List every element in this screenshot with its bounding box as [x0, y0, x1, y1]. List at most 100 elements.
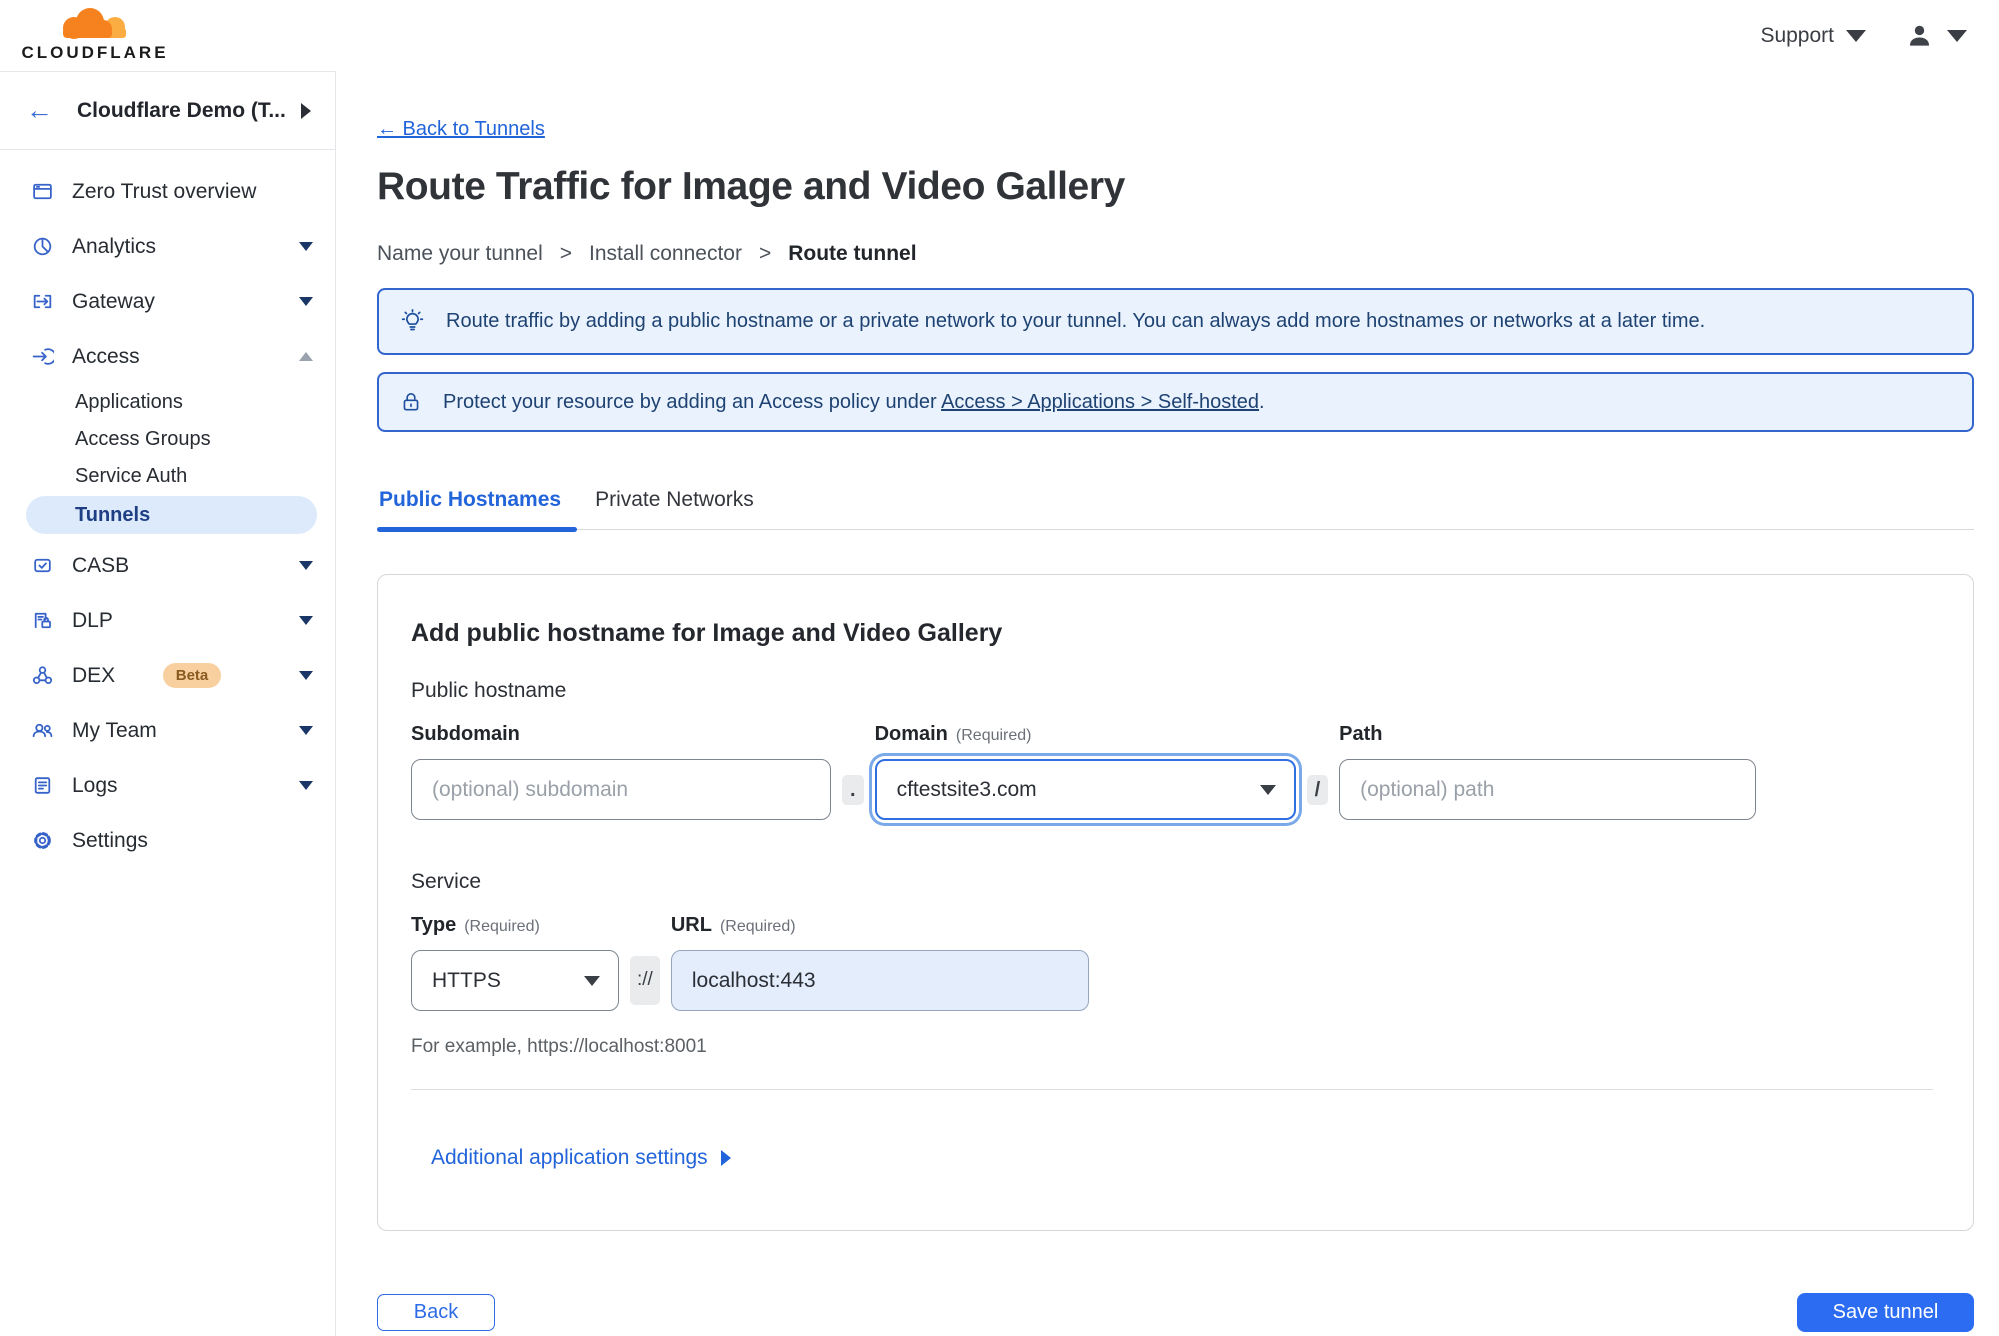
required-note: (Required) — [955, 727, 1032, 744]
subdomain-input[interactable] — [411, 759, 831, 820]
back-button[interactable]: Back — [377, 1294, 495, 1331]
cloudflare-logo[interactable]: CLOUDFLARE — [20, 8, 170, 63]
chevron-down-icon — [299, 781, 313, 790]
sidebar-nav: Zero Trust overview Analytics Gateway Ac… — [0, 150, 335, 868]
chevron-down-icon — [299, 561, 313, 570]
chevron-up-icon — [299, 352, 313, 361]
account-switcher[interactable]: ← Cloudflare Demo (T... — [0, 72, 335, 150]
sidebar-item-settings[interactable]: Settings — [0, 813, 335, 868]
wizard-steps: Name your tunnel > Install connector > R… — [377, 242, 1974, 266]
tab-private-networks[interactable]: Private Networks — [593, 488, 756, 529]
document-lock-icon — [29, 609, 56, 632]
sidebar-item-analytics[interactable]: Analytics — [0, 219, 335, 274]
support-menu[interactable]: Support — [1760, 24, 1866, 48]
service-group-label: Service — [411, 870, 482, 893]
tab-public-hostnames[interactable]: Public Hostnames — [377, 488, 578, 532]
main-content: ← Back to Tunnels Route Traffic for Imag… — [336, 71, 1999, 1336]
pie-chart-icon — [29, 235, 56, 258]
url-example-hint: For example, https://localhost:8001 — [411, 1036, 707, 1057]
cloudflare-wordmark: CLOUDFLARE — [21, 43, 169, 62]
logs-icon — [29, 774, 56, 797]
step-route-tunnel: Route tunnel — [788, 242, 917, 265]
required-note: (Required) — [464, 918, 540, 935]
domain-label: Domain (Required) — [874, 723, 1032, 745]
path-input[interactable] — [1339, 759, 1757, 820]
service-fields-row: Type (Required) HTTPS :// URL (Required) — [411, 914, 1933, 1011]
chevron-down-icon — [584, 975, 600, 986]
card-divider — [411, 1089, 1933, 1090]
support-label: Support — [1760, 23, 1834, 47]
slash-separator: / — [1306, 759, 1329, 820]
public-hostname-group-label: Public hostname — [411, 679, 567, 702]
service-type-select[interactable]: HTTPS — [411, 950, 619, 1011]
step-install-connector[interactable]: Install connector — [589, 242, 742, 266]
save-tunnel-button[interactable]: Save tunnel — [1797, 1293, 1974, 1332]
lock-icon — [403, 393, 419, 411]
back-to-tunnels-link[interactable]: ← Back to Tunnels — [377, 118, 545, 141]
sidebar: ← Cloudflare Demo (T... Zero Trust overv… — [0, 71, 336, 1336]
step-separator: > — [559, 242, 573, 265]
chevron-down-icon — [299, 242, 313, 251]
chevron-down-icon — [299, 671, 314, 680]
chevron-down-icon — [299, 297, 313, 306]
account-name: Cloudflare Demo (T... — [77, 98, 286, 122]
wizard-footer: Back Save tunnel — [377, 1293, 1974, 1332]
chevron-right-icon — [720, 1150, 731, 1166]
back-arrow-icon: ← — [26, 95, 53, 125]
chevron-down-icon — [299, 726, 313, 735]
people-icon — [29, 719, 56, 742]
domain-selected-value: cftestsite3.com — [896, 777, 1037, 801]
additional-application-settings-toggle[interactable]: Additional application settings — [431, 1146, 731, 1170]
url-label: URL (Required) — [670, 914, 796, 936]
sidebar-item-tunnels[interactable]: Tunnels — [26, 496, 317, 534]
access-applications-self-hosted-link[interactable]: Access > Applications > Self-hosted — [941, 391, 1259, 413]
sidebar-item-casb[interactable]: CASB — [0, 538, 335, 593]
hostname-fields-row: Subdomain . Domain(Required) cftestsite3… — [411, 723, 1933, 820]
gear-icon — [29, 829, 56, 852]
subdomain-label: Subdomain — [411, 723, 520, 745]
protect-info-banner: Protect your resource by adding an Acces… — [377, 372, 1974, 432]
type-selected-value: HTTPS — [432, 968, 501, 992]
sidebar-item-gateway[interactable]: Gateway — [0, 274, 335, 329]
sidebar-item-service-auth[interactable]: Service Auth — [0, 458, 335, 495]
user-menu[interactable] — [1906, 22, 1967, 49]
casb-icon — [29, 554, 56, 577]
chevron-right-icon — [301, 102, 311, 119]
sidebar-item-my-team[interactable]: My Team — [0, 703, 335, 758]
cloudflare-cloud-icon — [63, 8, 126, 39]
chevron-down-icon — [299, 616, 313, 625]
sidebar-item-access[interactable]: Access — [0, 329, 335, 384]
path-label: Path — [1339, 723, 1383, 745]
route-info-banner: Route traffic by adding a public hostnam… — [377, 288, 1974, 355]
type-label: Type (Required) — [411, 914, 540, 936]
chevron-down-icon — [1259, 784, 1276, 795]
sidebar-item-dlp[interactable]: DLP — [0, 593, 335, 648]
hostname-network-tabs: Public Hostnames Private Networks — [377, 488, 1974, 532]
page-title: Route Traffic for Image and Video Galler… — [377, 165, 1125, 208]
user-avatar-icon — [1909, 25, 1930, 46]
chevron-down-icon — [1846, 29, 1866, 42]
domain-select[interactable]: cftestsite3.com — [874, 759, 1296, 820]
service-url-input[interactable] — [670, 950, 1089, 1011]
beta-badge: Beta — [162, 663, 222, 688]
chevron-down-icon — [1947, 29, 1967, 42]
card-heading: Add public hostname for Image and Video … — [411, 619, 1003, 647]
sidebar-item-logs[interactable]: Logs — [0, 758, 335, 813]
scheme-separator: :// — [630, 950, 660, 1011]
sidebar-item-applications[interactable]: Applications — [0, 384, 335, 421]
sidebar-item-dex[interactable]: DEX Beta — [0, 648, 335, 703]
step-separator: > — [758, 242, 772, 265]
lightbulb-icon — [401, 308, 424, 331]
protect-banner-text: Protect your resource by adding an Acces… — [443, 390, 1265, 413]
step-name-your-tunnel[interactable]: Name your tunnel — [377, 242, 543, 266]
gateway-icon — [29, 290, 56, 313]
required-note: (Required) — [719, 918, 796, 935]
sidebar-item-access-groups[interactable]: Access Groups — [0, 421, 335, 458]
route-banner-text: Route traffic by adding a public hostnam… — [446, 310, 1706, 332]
top-header: CLOUDFLARE Support — [0, 0, 1999, 71]
dex-nodes-icon — [29, 664, 56, 687]
public-hostname-card: Add public hostname for Image and Video … — [377, 574, 1974, 1231]
sidebar-item-zero-trust-overview[interactable]: Zero Trust overview — [0, 164, 335, 219]
access-icon — [29, 345, 56, 368]
dot-separator: . — [842, 759, 864, 820]
